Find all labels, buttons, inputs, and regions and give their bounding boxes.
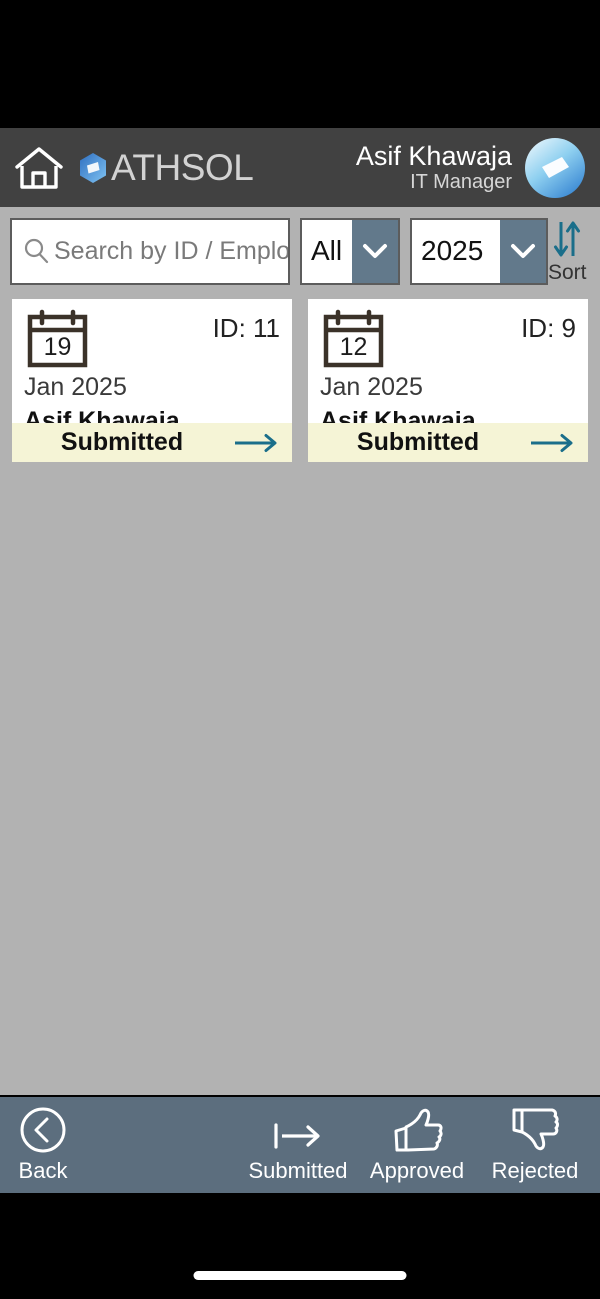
brand-name: ATHSOL xyxy=(111,147,254,188)
status-filter-select[interactable]: All xyxy=(300,217,400,285)
status-filter-dropdown-button[interactable] xyxy=(352,219,398,283)
nav-back-button[interactable]: Back xyxy=(14,1106,72,1184)
thumbs-up-icon xyxy=(390,1106,444,1154)
chevron-down-icon xyxy=(362,243,388,259)
chevron-left-circle-icon xyxy=(19,1106,67,1154)
status-badge: Submitted xyxy=(60,428,184,456)
user-info: Asif Khawaja IT Manager xyxy=(356,141,512,194)
card-month-year: Jan 2025 xyxy=(320,373,423,401)
nav-approved-button[interactable]: Approved xyxy=(358,1106,476,1184)
nav-submitted-button[interactable]: Submitted xyxy=(238,1106,358,1184)
year-filter-dropdown-button[interactable] xyxy=(500,219,546,283)
card-id: ID: 11 xyxy=(212,313,280,343)
search-field[interactable] xyxy=(10,217,290,285)
nav-back-label: Back xyxy=(18,1158,68,1183)
arrow-to-line-icon xyxy=(269,1106,327,1154)
user-name: Asif Khawaja xyxy=(355,141,512,172)
nav-rejected-button[interactable]: Rejected xyxy=(476,1106,594,1184)
app-header: ATHSOL Asif Khawaja IT Manager xyxy=(0,128,600,207)
brand-logo: ATHSOL xyxy=(78,147,254,188)
filter-toolbar: All 2025 xyxy=(0,207,600,295)
timesheet-card[interactable]: 19 ID: 11 Jan 2025 Asif Khawaja Submitte… xyxy=(12,299,292,462)
calendar-icon: 12 xyxy=(320,309,387,371)
card-id: ID: 9 xyxy=(521,313,576,343)
app-screen: ATHSOL Asif Khawaja IT Manager Search by… xyxy=(0,0,600,1299)
arrow-right-icon[interactable] xyxy=(232,432,282,454)
card-status-bar[interactable]: Submitted xyxy=(12,423,292,462)
sort-label: Sort xyxy=(548,260,587,284)
sort-updown-icon xyxy=(551,218,583,260)
home-icon[interactable] xyxy=(14,145,64,191)
calendar-day: 12 xyxy=(340,333,368,361)
status-filter-value: All xyxy=(302,219,352,283)
card-body: 19 ID: 11 Jan 2025 Asif Khawaja xyxy=(12,299,292,435)
search-input[interactable] xyxy=(54,236,288,266)
nav-submitted-label: Submitted xyxy=(248,1158,348,1183)
timesheet-card[interactable]: 12 ID: 9 Jan 2025 Asif Khawaja Submitted xyxy=(308,299,588,462)
calendar-icon: 19 xyxy=(24,309,91,371)
bottom-navigation: Back Submitted Approved Rejected xyxy=(0,1097,600,1193)
sort-button[interactable]: Sort xyxy=(548,218,587,285)
arrow-right-icon[interactable] xyxy=(528,432,578,454)
user-role: IT Manager xyxy=(410,171,512,194)
avatar[interactable] xyxy=(524,137,586,199)
search-icon xyxy=(22,237,50,265)
card-body: 12 ID: 9 Jan 2025 Asif Khawaja xyxy=(308,299,588,435)
home-indicator[interactable] xyxy=(193,1271,407,1280)
nav-approved-label: Approved xyxy=(369,1158,465,1183)
calendar-day: 19 xyxy=(44,333,72,361)
thumbs-down-icon xyxy=(508,1106,562,1154)
year-filter-value: 2025 xyxy=(412,219,500,283)
card-status-bar[interactable]: Submitted xyxy=(308,423,588,462)
status-badge: Submitted xyxy=(356,428,480,456)
chevron-down-icon xyxy=(510,243,536,259)
status-bar xyxy=(0,0,600,128)
card-list: 19 ID: 11 Jan 2025 Asif Khawaja Submitte… xyxy=(0,295,600,1095)
card-month-year: Jan 2025 xyxy=(24,373,127,401)
nav-rejected-label: Rejected xyxy=(491,1158,579,1183)
home-indicator-area xyxy=(0,1193,600,1299)
year-filter-select[interactable]: 2025 xyxy=(410,217,548,285)
hexagon-logo-icon xyxy=(78,152,108,184)
nav-right-group: Submitted Approved Rejected xyxy=(238,1106,600,1184)
